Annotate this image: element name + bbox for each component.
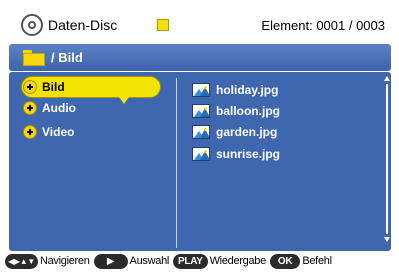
media-browser-screen: Daten-Disc Element: 0001 / 0003 / Bild B… — [3, 4, 396, 272]
file-item-sunrise[interactable]: sunrise.jpg — [192, 144, 280, 164]
image-file-icon — [192, 104, 210, 118]
tree-item-video[interactable]: Video — [23, 123, 74, 141]
pane-divider — [176, 78, 177, 248]
scroll-track[interactable] — [386, 84, 388, 234]
image-file-icon — [192, 83, 210, 97]
hint-command: Befehl — [302, 255, 332, 267]
navigate-arrows-icon: ◀▶▲▼ — [5, 253, 38, 269]
plus-icon — [23, 101, 37, 115]
tree-item-label: Video — [42, 125, 75, 139]
file-list: holiday.jpg balloon.jpg garden.jpg sunri… — [184, 72, 384, 251]
file-label: garden.jpg — [216, 125, 278, 139]
file-item-garden[interactable]: garden.jpg — [192, 122, 277, 142]
hint-play: Wiedergabe — [209, 255, 267, 267]
element-counter: Element: 0001 / 0003 — [261, 17, 385, 33]
down-arrow-icon — [119, 97, 129, 104]
file-item-holiday[interactable]: holiday.jpg — [192, 80, 278, 100]
header-bar: Daten-Disc Element: 0001 / 0003 — [9, 12, 389, 38]
disc-label: Daten-Disc — [48, 17, 118, 33]
image-file-icon — [192, 147, 210, 161]
yellow-square-icon — [157, 19, 170, 31]
path-bar: / Bild — [9, 44, 391, 71]
file-label: balloon.jpg — [216, 104, 280, 118]
tree-item-audio[interactable]: Audio — [23, 99, 76, 117]
scroll-up-icon[interactable] — [384, 76, 390, 81]
play-arrow-icon: ▶ — [93, 253, 128, 269]
folder-icon — [23, 49, 45, 66]
plus-icon — [23, 80, 37, 94]
scrollbar[interactable] — [384, 76, 390, 248]
tree-item-label: Bild — [42, 80, 65, 94]
plus-icon — [23, 125, 37, 139]
scroll-down-icon[interactable] — [384, 237, 390, 242]
disc-icon — [21, 14, 43, 36]
image-file-icon — [192, 125, 210, 139]
current-path: / Bild — [51, 50, 83, 65]
file-label: holiday.jpg — [216, 83, 279, 97]
browser-panel: Bild Audio Video holiday.jpg balloon.jpg — [9, 72, 391, 251]
hint-navigate: Navigieren — [39, 255, 90, 267]
folder-tree: Bild Audio Video — [9, 72, 171, 251]
play-button-icon: PLAY — [173, 253, 208, 269]
ok-button-icon: OK — [269, 253, 301, 269]
file-label: sunrise.jpg — [216, 147, 281, 161]
hint-select: Auswahl — [129, 255, 170, 267]
button-hint-bar: ◀▶▲▼ Navigieren ▶ Auswahl PLAY Wiedergab… — [0, 251, 399, 271]
tree-item-label: Audio — [42, 101, 76, 115]
file-item-balloon[interactable]: balloon.jpg — [192, 101, 280, 121]
tree-item-bild[interactable]: Bild — [21, 76, 161, 104]
